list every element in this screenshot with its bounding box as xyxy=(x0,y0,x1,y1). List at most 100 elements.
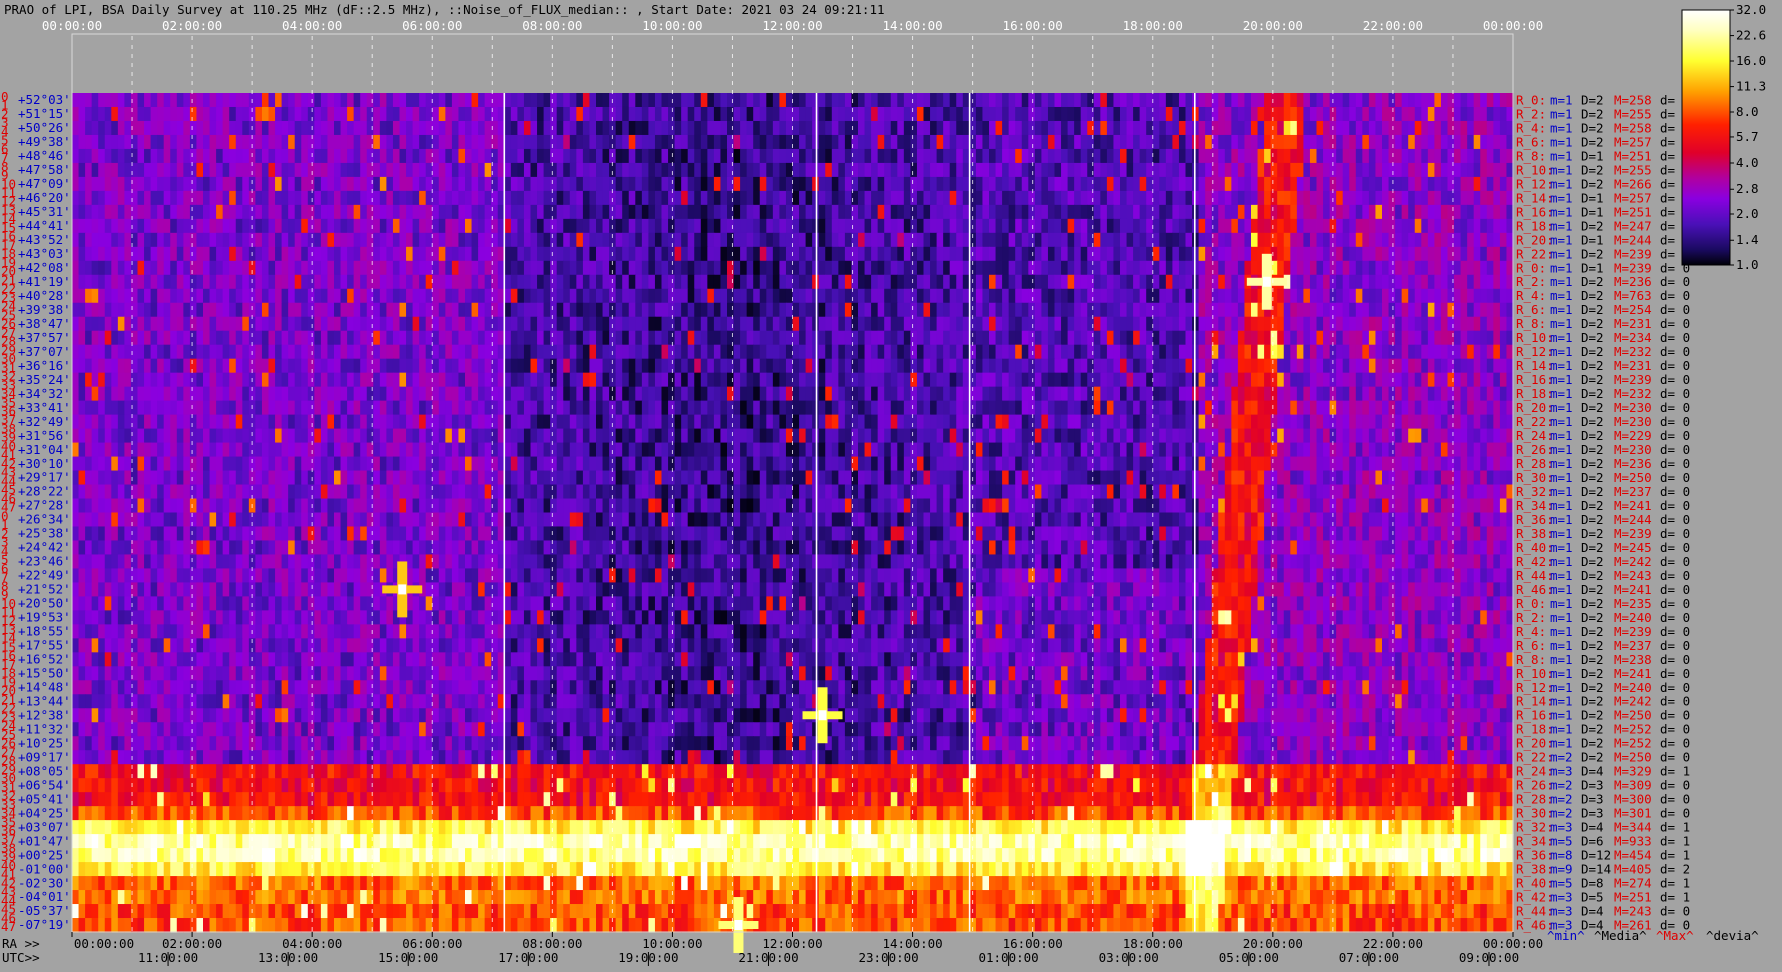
heatmap-cell xyxy=(1035,177,1042,192)
heatmap-cell xyxy=(950,247,957,262)
heatmap-cell xyxy=(308,303,315,318)
heatmap-cell xyxy=(341,303,348,318)
heatmap-cell xyxy=(1192,331,1199,346)
heatmap-cell xyxy=(400,387,407,402)
heatmap-cell xyxy=(92,359,99,374)
heatmap-cell xyxy=(1068,219,1075,234)
heatmap-cell xyxy=(1133,205,1140,220)
heatmap-cell xyxy=(871,359,878,374)
heatmap-cell xyxy=(327,205,334,220)
heatmap-cell xyxy=(1389,233,1396,248)
heatmap-cell xyxy=(341,345,348,360)
heatmap-cell xyxy=(1199,317,1206,332)
heatmap-cell xyxy=(400,177,407,192)
heatmap-cell xyxy=(1290,289,1297,304)
heatmap-cell xyxy=(432,359,439,374)
heatmap-cell xyxy=(1009,373,1016,388)
heatmap-cell xyxy=(1454,373,1461,388)
heatmap-cell xyxy=(485,247,492,262)
heatmap-cell xyxy=(1140,121,1147,136)
heatmap-cell xyxy=(550,219,557,234)
heatmap-cell xyxy=(1303,359,1310,374)
heatmap-cell xyxy=(105,149,112,164)
heatmap-cell xyxy=(138,275,145,290)
heatmap-cell xyxy=(472,373,479,388)
heatmap-cell xyxy=(124,359,131,374)
heatmap-cell xyxy=(576,149,583,164)
heatmap-cell xyxy=(583,205,590,220)
heatmap-cell xyxy=(92,317,99,332)
heatmap-cell xyxy=(1002,135,1009,150)
heatmap-cell xyxy=(216,345,223,360)
heatmap-cell xyxy=(1199,359,1206,374)
heatmap-cell xyxy=(406,289,413,304)
heatmap-cell xyxy=(819,317,826,332)
heatmap-cell xyxy=(1055,121,1062,136)
heatmap-cell xyxy=(1251,121,1258,136)
heatmap-cell xyxy=(1022,149,1029,164)
heatmap-cell xyxy=(1369,331,1376,346)
heatmap-cell xyxy=(229,359,236,374)
heatmap-cell xyxy=(1068,359,1075,374)
heatmap-cell xyxy=(79,289,86,304)
heatmap-cell xyxy=(871,93,878,108)
heatmap-cell xyxy=(432,275,439,290)
heatmap-cell xyxy=(819,303,826,318)
heatmap-cell xyxy=(1277,107,1284,122)
heatmap-cell xyxy=(622,135,629,150)
heatmap-cell xyxy=(1474,303,1481,318)
heatmap-cell xyxy=(1415,387,1422,402)
heatmap-cell xyxy=(1448,261,1455,276)
heatmap-cell xyxy=(1166,219,1173,234)
heatmap-cell xyxy=(910,401,917,416)
heatmap-cell xyxy=(1349,177,1356,192)
heatmap-cell xyxy=(1074,163,1081,178)
heatmap-cell xyxy=(891,219,898,234)
heatmap-cell xyxy=(1323,177,1330,192)
heatmap-cell xyxy=(1218,121,1225,136)
heatmap-cell xyxy=(871,135,878,150)
heatmap-cell xyxy=(550,303,557,318)
heatmap-cell xyxy=(1369,289,1376,304)
heatmap-cell xyxy=(164,387,171,402)
heatmap-cell xyxy=(655,177,662,192)
heatmap-cell xyxy=(583,401,590,416)
heatmap-cell xyxy=(1441,163,1448,178)
heatmap-cell xyxy=(203,359,210,374)
heatmap-cell xyxy=(1362,93,1369,108)
heatmap-cell xyxy=(269,233,276,248)
heatmap-cell xyxy=(655,261,662,276)
heatmap-cell xyxy=(806,163,813,178)
heatmap-cell xyxy=(937,149,944,164)
heatmap-cell xyxy=(1244,289,1251,304)
heatmap-cell xyxy=(1487,149,1494,164)
heatmap-cell xyxy=(1055,359,1062,374)
heatmap-cell xyxy=(1186,149,1193,164)
heatmap-cell xyxy=(157,317,164,332)
heatmap-cell xyxy=(1218,191,1225,206)
heatmap-cell xyxy=(596,205,603,220)
heatmap-cell xyxy=(341,219,348,234)
heatmap-cell xyxy=(570,317,577,332)
heatmap-cell xyxy=(1074,387,1081,402)
heatmap-cell xyxy=(1395,107,1402,122)
heatmap-cell xyxy=(583,387,590,402)
heatmap-cell xyxy=(956,261,963,276)
heatmap-cell xyxy=(419,135,426,150)
heatmap-cell xyxy=(943,387,950,402)
heatmap-cell xyxy=(229,149,236,164)
heatmap-cell xyxy=(105,331,112,346)
heatmap-cell xyxy=(1107,163,1114,178)
heatmap-cell xyxy=(917,359,924,374)
heatmap-cell xyxy=(406,401,413,416)
heatmap-cell xyxy=(190,163,197,178)
heatmap-cell xyxy=(151,191,158,206)
heatmap-cell xyxy=(138,247,145,262)
heatmap-cell xyxy=(570,401,577,416)
heatmap-cell xyxy=(635,121,642,136)
heatmap-cell xyxy=(472,261,479,276)
heatmap-cell xyxy=(1382,261,1389,276)
heatmap-cell xyxy=(282,93,289,108)
heatmap-cell xyxy=(537,387,544,402)
heatmap-cell xyxy=(1428,387,1435,402)
